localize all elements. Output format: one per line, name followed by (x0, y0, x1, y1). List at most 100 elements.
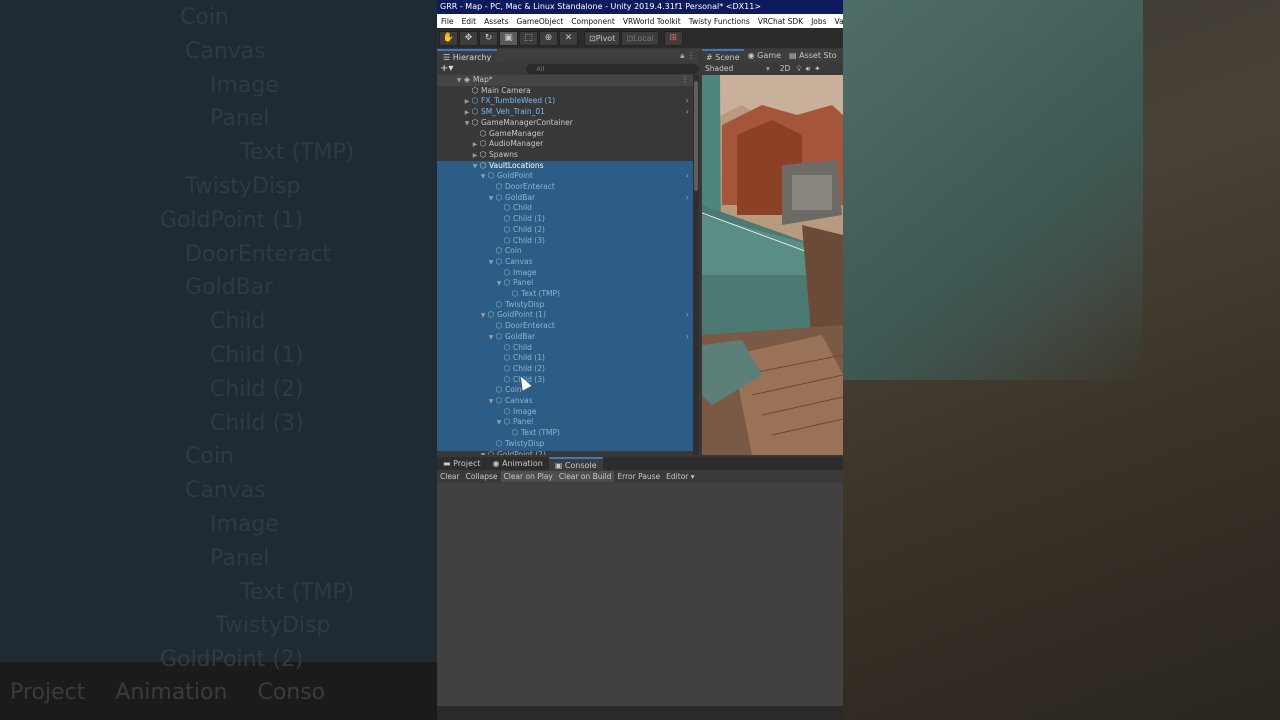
tab-project[interactable]: ▬ Project (437, 457, 486, 470)
hierarchy-item[interactable]: ⬡ Child (437, 343, 693, 354)
console-button-collapse[interactable]: Collapse (463, 471, 501, 482)
move-tool-icon[interactable]: ✥ (459, 30, 478, 46)
hierarchy-item-label: Canvas (505, 396, 533, 405)
menu-item-gameobject[interactable]: GameObject (513, 17, 568, 26)
hierarchy-item-label: GoldPoint (1) (497, 310, 546, 320)
hierarchy-item[interactable]: ⬡ Image (437, 407, 693, 418)
hierarchy-item[interactable]: ⬡ Child (1) (437, 214, 693, 225)
hierarchy-item-label: DoorEnteract (505, 321, 555, 331)
menu-item-edit[interactable]: Edit (458, 17, 481, 26)
hierarchy-item[interactable]: ⬡ Coin (437, 246, 693, 257)
gameobject-cube-icon: ⬡ (479, 139, 487, 149)
chevron-right-icon[interactable]: › (686, 310, 689, 321)
console-button-editor[interactable]: Editor ▾ (663, 471, 697, 482)
hierarchy-item[interactable]: ⬡ TwistyDisp (437, 300, 693, 311)
hierarchy-item[interactable]: ▼ ⬡ Canvas (437, 257, 693, 268)
hierarchy-scene-row[interactable]: ▼ ◈ Map* ⋮ (437, 75, 693, 86)
shading-dropdown[interactable]: Shaded (702, 64, 766, 73)
tab-scene[interactable]: # Scene (702, 49, 744, 62)
console-log-area[interactable] (437, 483, 843, 706)
hierarchy-item[interactable]: ⬡ Child (1) (437, 353, 693, 364)
hierarchy-item-label: GoldBar (505, 192, 536, 202)
unity-editor-window: GRR - Map - PC, Mac & Linux Standalone -… (437, 0, 843, 706)
hierarchy-item[interactable]: ⬡ Child (2) (437, 225, 693, 236)
console-button-clear-on-play[interactable]: Clear on Play (500, 471, 556, 482)
2d-toggle[interactable]: 2D (778, 64, 793, 73)
local-toggle[interactable]: ⊡ Local (621, 30, 659, 46)
hierarchy-item[interactable]: ▼ ⬡ GoldPoint (1) › (437, 310, 693, 321)
expand-arrow-icon[interactable]: ▼ (479, 451, 487, 456)
lighting-icon[interactable]: 💡︎ (796, 64, 801, 74)
scene-viewport[interactable] (702, 75, 843, 455)
hierarchy-item[interactable]: ▼ ⬡ Canvas (437, 396, 693, 407)
console-button-clear-on-build[interactable]: Clear on Build (555, 471, 615, 482)
hierarchy-item[interactable]: ⬡ Child (437, 203, 693, 214)
pivot-toggle[interactable]: ⊡ Pivot (584, 30, 621, 46)
tab-animation[interactable]: ◉ Animation (486, 457, 548, 470)
chevron-right-icon[interactable]: › (686, 332, 689, 343)
hierarchy-item[interactable]: ⬡ Child (3) (437, 375, 693, 386)
gameobject-cube-icon: ⬡ (503, 374, 511, 384)
tab-asset-sto[interactable]: ▤ Asset Sto (785, 49, 841, 62)
rotate-tool-icon[interactable]: ↻ (479, 30, 498, 46)
hierarchy-item[interactable]: ⬡ Text (TMP) (437, 428, 693, 439)
effects-icon[interactable]: ✦ (814, 64, 820, 73)
console-button-clear[interactable]: Clear (437, 471, 463, 482)
hierarchy-item[interactable]: ⬡ Child (2) (437, 364, 693, 375)
hierarchy-item-label: Panel (513, 417, 534, 427)
hierarchy-item[interactable]: ⬡ Image (437, 268, 693, 279)
hierarchy-item[interactable]: ⬡ DoorEnteract (437, 321, 693, 332)
create-dropdown[interactable]: +▾ (437, 63, 456, 74)
chevron-right-icon[interactable]: › (686, 193, 689, 204)
chevron-right-icon[interactable]: › (686, 96, 689, 107)
lock-icon[interactable]: 🔒︎ ⋮ (680, 51, 699, 61)
tab-console[interactable]: ▣ Console (548, 457, 603, 470)
hierarchy-scrollbar[interactable] (693, 75, 699, 455)
hierarchy-item[interactable]: ▶ ⬡ FX_TumbleWeed (1) › (437, 96, 693, 107)
tab-game[interactable]: ◉ Game (744, 49, 785, 62)
hierarchy-item[interactable]: ▼ ⬡ Panel (437, 278, 693, 289)
grid-snap-icon[interactable]: ⊞ (663, 30, 683, 46)
hierarchy-item[interactable]: ▼ ⬡ GoldPoint › (437, 171, 693, 182)
scale-tool-icon[interactable]: ▣ (499, 30, 518, 46)
hierarchy-item[interactable]: ▶ ⬡ SM_Veh_Train_01 › (437, 107, 693, 118)
local-icon: ⊡ (626, 33, 634, 43)
hierarchy-list[interactable]: ▼ ◈ Map* ⋮ ⬡ Main Camera ▶ ⬡ FX_TumbleWeed (1) › ▶… (437, 75, 693, 455)
scrollbar-thumb[interactable] (694, 81, 698, 191)
menu-item-component[interactable]: Component (567, 17, 619, 26)
custom-tool-icon[interactable]: ✕ (559, 30, 578, 46)
audio-icon[interactable]: 🔊︎ (806, 64, 811, 74)
menu-item-assets[interactable]: Assets (480, 17, 512, 26)
chevron-right-icon[interactable]: › (686, 171, 689, 182)
hierarchy-item[interactable]: ⬡ Text (TMP) (437, 289, 693, 300)
menu-item-jobs[interactable]: Jobs (807, 17, 830, 26)
hierarchy-item[interactable]: ▶ ⬡ Spawns (437, 150, 693, 161)
chevron-right-icon[interactable]: › (686, 107, 689, 118)
hierarchy-item[interactable]: ⬡ Coin (437, 385, 693, 396)
hierarchy-item[interactable]: ⬡ Main Camera (437, 86, 693, 97)
hierarchy-item[interactable]: ⬡ TwistyDisp (437, 439, 693, 450)
transform-tool-icon[interactable]: ⊕ (539, 30, 558, 46)
hierarchy-item[interactable]: ▼ ⬡ GoldBar › (437, 193, 693, 204)
console-button-error-pause[interactable]: Error Pause (614, 471, 663, 482)
hierarchy-item[interactable]: ▼ ⬡ GoldBar › (437, 332, 693, 343)
hierarchy-item[interactable]: ⬡ Child (3) (437, 236, 693, 247)
hierarchy-item[interactable]: ⬡ DoorEnteract (437, 182, 693, 193)
more-options-icon[interactable]: ⋮ (681, 75, 689, 86)
tab-hierarchy[interactable]: ☰ Hierarchy (437, 49, 498, 62)
backdrop-text: Panel (210, 106, 270, 132)
menu-item-vrworld-toolkit[interactable]: VRWorld Toolkit (619, 17, 685, 26)
hierarchy-search-input[interactable]: All (526, 63, 699, 74)
hierarchy-item[interactable]: ▼ ⬡ GameManagerContainer (437, 118, 693, 129)
hierarchy-item[interactable]: ▼ ⬡ Panel (437, 417, 693, 428)
menu-item-varneon[interactable]: Varneon (831, 17, 843, 26)
menu-item-vrchat-sdk[interactable]: VRChat SDK (754, 17, 807, 26)
hand-tool-icon[interactable]: ✋ (439, 30, 458, 46)
menu-item-file[interactable]: File (437, 17, 458, 26)
hierarchy-item[interactable]: ▼ ⬡ GoldPoint (2) (437, 450, 693, 456)
rect-tool-icon[interactable]: ⬚ (519, 30, 538, 46)
menu-item-twisty-functions[interactable]: Twisty Functions (685, 17, 754, 26)
hierarchy-item[interactable]: ⬡ GameManager (437, 129, 693, 140)
hierarchy-item[interactable]: ▼ ⬡ VaultLocations (437, 161, 693, 172)
hierarchy-item[interactable]: ▶ ⬡ AudioManager (437, 139, 693, 150)
